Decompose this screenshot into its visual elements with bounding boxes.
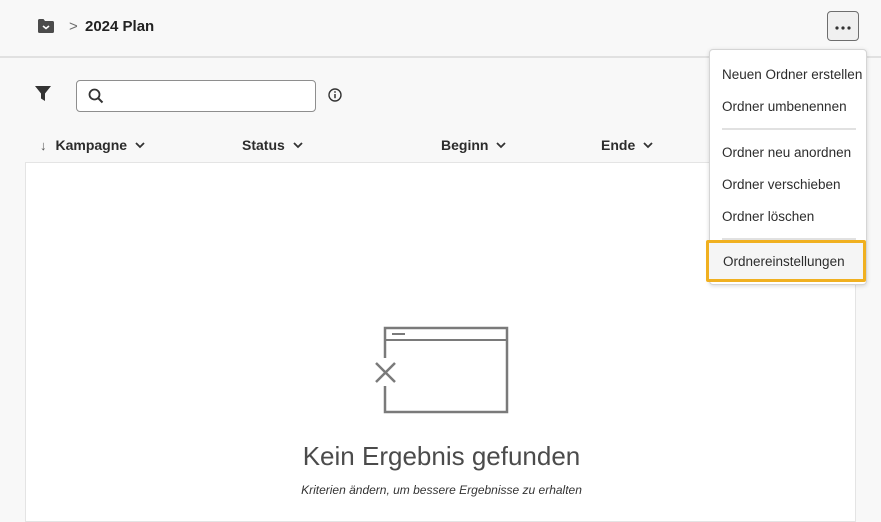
menu-item-folder-settings[interactable]: Ordnereinstellungen <box>706 240 866 282</box>
breadcrumb-separator: > <box>69 18 78 35</box>
empty-state-title: Kein Ergebnis gefunden <box>302 441 581 471</box>
more-actions-button[interactable] <box>827 11 859 41</box>
info-icon[interactable] <box>327 87 343 103</box>
folder-actions-menu: Neuen Ordner erstellen Ordner umbenennen… <box>706 49 867 285</box>
menu-item-move-folder[interactable]: Ordner verschieben <box>722 177 841 192</box>
menu-item-reorder-folder[interactable]: Ordner neu anordnen <box>722 145 851 160</box>
column-label: Kampagne <box>55 137 128 153</box>
menu-item-delete-folder[interactable]: Ordner löschen <box>722 209 814 224</box>
menu-item-rename-folder[interactable]: Ordner umbenennen <box>722 99 847 114</box>
column-header-kampagne[interactable]: ↓ Kampagne <box>40 137 146 153</box>
search-input[interactable] <box>111 85 311 109</box>
search-icon <box>88 88 104 104</box>
search-field[interactable] <box>76 80 316 112</box>
column-header-ende[interactable]: Ende <box>601 137 654 153</box>
chevron-down-icon <box>496 142 507 149</box>
chevron-down-icon <box>643 142 653 149</box>
empty-state-subtitle: Kriterien ändern, um bessere Ergebnisse … <box>301 483 582 497</box>
empty-window-icon <box>372 326 509 414</box>
column-label: Ende <box>601 137 636 153</box>
chevron-down-icon <box>135 142 145 149</box>
column-header-beginn[interactable]: Beginn <box>441 137 507 153</box>
column-header-status[interactable]: Status <box>242 137 304 153</box>
chevron-down-icon <box>293 142 303 149</box>
menu-divider <box>722 128 856 130</box>
sort-descending-icon: ↓ <box>40 137 47 153</box>
column-label: Beginn <box>441 137 489 153</box>
column-label: Status <box>242 137 285 153</box>
filter-icon[interactable] <box>34 85 52 103</box>
menu-item-create-folder[interactable]: Neuen Ordner erstellen <box>722 67 862 82</box>
ellipsis-icon <box>835 17 851 35</box>
folder-icon[interactable] <box>37 18 55 34</box>
page-title: 2024 Plan <box>85 18 155 35</box>
